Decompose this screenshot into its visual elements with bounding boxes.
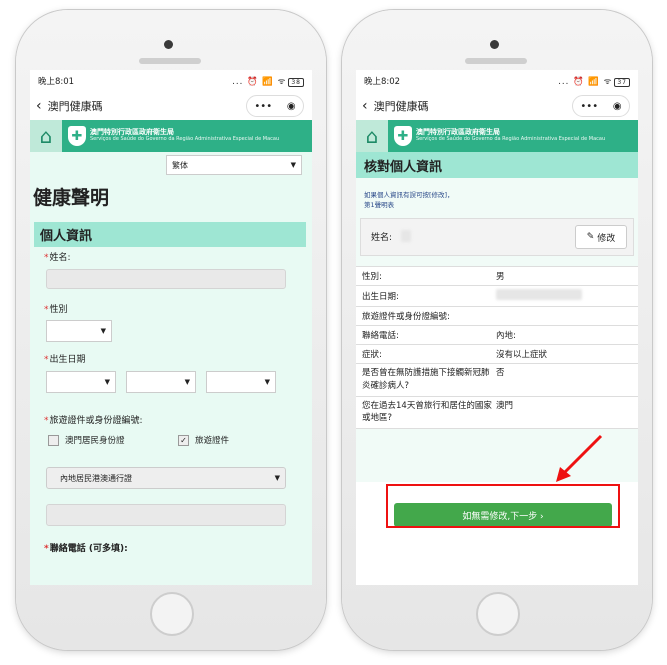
dob-year-select[interactable]: ▼ — [46, 371, 116, 393]
back-icon[interactable]: ‹ — [36, 98, 42, 114]
speaker — [139, 58, 201, 64]
id-label: *旅遊證件或身份證編號: — [44, 416, 143, 426]
close-icon[interactable]: ◉ — [287, 101, 296, 112]
table-row: 出生日期: — [356, 286, 638, 307]
right-phone: 晚上8:02 ... ⏰ 📶 ᯤ 37 ‹ 澳門健康碼 ••• ◉ ⌂ ✚ 澳門特… — [342, 10, 652, 650]
chevron-down-icon: ▼ — [104, 378, 110, 386]
health-bureau-logo-icon: ✚ — [68, 126, 86, 146]
edit-button[interactable]: ✎ 修改 — [575, 225, 627, 249]
mini-program-capsule: ••• ◉ — [572, 95, 630, 117]
status-icons: ... ⏰ 📶 ᯤ 37 — [558, 76, 630, 87]
dob-day-select[interactable]: ▼ — [206, 371, 276, 393]
dob-value-redacted — [496, 289, 582, 300]
section-header: 核對個人資訊 — [356, 152, 638, 178]
table-row: 是否曾在無防護措施下接觸新冠肺炎確診病人? 否 — [356, 364, 638, 397]
status-time: 晚上8:02 — [364, 77, 401, 87]
dob-label: *出生日期 — [44, 355, 86, 365]
chevron-down-icon: ▼ — [100, 327, 106, 335]
home-button[interactable]: ⌂ — [356, 120, 388, 152]
battery-icon: 38 — [288, 77, 304, 87]
review-area: 核對個人資訊 如果個人資訊有誤可按[修改]， 第1聲明表 姓名: ✎ 修改 性別:… — [356, 152, 638, 482]
document-type-select[interactable]: 內地居民港澳通行證 ▼ — [46, 467, 286, 489]
chevron-down-icon: ▼ — [290, 161, 296, 169]
status-bar: 晚上8:02 ... ⏰ 📶 ᯤ 37 — [356, 70, 638, 92]
page-title: 健康聲明 — [33, 187, 110, 209]
banner-subtitle: Serviços de Saúde do Governo da Região A… — [90, 136, 280, 143]
table-row: 聯絡電話: 內地: — [356, 326, 638, 345]
close-icon[interactable]: ◉ — [613, 101, 622, 112]
home-icon: ⌂ — [39, 124, 53, 148]
home-icon: ⌂ — [365, 124, 379, 148]
table-row: 您在過去14天曾旅行和居住的國家或地區? 澳門 — [356, 397, 638, 429]
hint-text: 如果個人資訊有誤可按[修改]， 第1聲明表 — [364, 191, 454, 210]
chevron-down-icon: ▼ — [264, 378, 270, 386]
mini-program-capsule: ••• ◉ — [246, 95, 304, 117]
table-row: 症狀: 沒有以上症狀 — [356, 345, 638, 364]
home-hardware-button[interactable] — [476, 592, 520, 636]
document-number-input[interactable] — [46, 504, 286, 526]
nav-title: 澳門健康碼 — [373, 100, 429, 113]
name-input[interactable] — [46, 269, 286, 289]
status-icons: ... ⏰ 📶 ᯤ 38 — [232, 76, 304, 87]
header-banner: ⌂ ✚ 澳門特別行政區政府衛生局 Serviços de Saúde do Go… — [356, 120, 638, 152]
macau-id-checkbox[interactable]: 澳門居民身份證 — [48, 434, 125, 446]
chevron-down-icon: ▼ — [184, 378, 190, 386]
nav-bar: ‹ 澳門健康碼 ••• ◉ — [356, 92, 638, 120]
health-bureau-logo-icon: ✚ — [394, 126, 412, 146]
checkbox-checked-icon: ✓ — [178, 434, 189, 446]
header-banner: ⌂ ✚ 澳門特別行政區政府衛生局 Serviços de Saúde do Go… — [30, 120, 312, 152]
home-button[interactable]: ⌂ — [30, 120, 62, 152]
battery-icon: 37 — [614, 77, 630, 87]
checkbox-unchecked-icon — [48, 434, 59, 446]
pencil-icon: ✎ — [586, 232, 595, 242]
more-menu-icon[interactable]: ••• — [254, 101, 272, 112]
name-value-redacted — [401, 230, 411, 242]
status-time: 晚上8:01 — [38, 77, 75, 87]
banner-subtitle: Serviços de Saúde do Governo da Região A… — [416, 136, 606, 143]
home-hardware-button[interactable] — [150, 592, 194, 636]
name-label: *姓名: — [44, 253, 71, 263]
form-area: 繁体 ▼ 健康聲明 個人資訊 *姓名: *性別 ▼ *出生日期 ▼ ▼ ▼ *旅遊… — [30, 152, 312, 585]
section-header: 個人資訊 — [34, 222, 306, 247]
name-card: 姓名: ✎ 修改 — [360, 218, 634, 256]
status-bar: 晚上8:01 ... ⏰ 📶 ᯤ 38 — [30, 70, 312, 92]
table-row: 旅遊證件或身份證編號: — [356, 307, 638, 326]
nav-bar: ‹ 澳門健康碼 ••• ◉ — [30, 92, 312, 120]
chevron-down-icon: ▼ — [274, 474, 280, 482]
highlight-box — [386, 484, 620, 528]
nav-title: 澳門健康碼 — [47, 100, 103, 113]
dob-month-select[interactable]: ▼ — [126, 371, 196, 393]
camera — [490, 40, 499, 49]
gender-label: *性別 — [44, 305, 68, 315]
table-row: 性別: 男 — [356, 267, 638, 286]
back-icon[interactable]: ‹ — [362, 98, 368, 114]
gender-select[interactable]: ▼ — [46, 320, 112, 342]
language-select[interactable]: 繁体 ▼ — [166, 155, 302, 175]
left-phone: 晚上8:01 ... ⏰ 📶 ᯤ 38 ‹ 澳門健康碼 ••• ◉ ⌂ ✚ 澳門特… — [16, 10, 326, 650]
travel-doc-checkbox[interactable]: ✓ 旅遊證件 — [178, 434, 229, 446]
info-table: 性別: 男 出生日期: 旅遊證件或身份證編號: 聯絡電話: 內地: 症狀: 沒有以上症… — [356, 266, 638, 429]
more-menu-icon[interactable]: ••• — [580, 101, 598, 112]
left-screen: 晚上8:01 ... ⏰ 📶 ᯤ 38 ‹ 澳門健康碼 ••• ◉ ⌂ ✚ 澳門特… — [30, 70, 312, 585]
speaker — [465, 58, 527, 64]
phone-label: *聯絡電話 (可多填): — [44, 544, 128, 554]
name-label: 姓名: — [371, 233, 393, 243]
camera — [164, 40, 173, 49]
